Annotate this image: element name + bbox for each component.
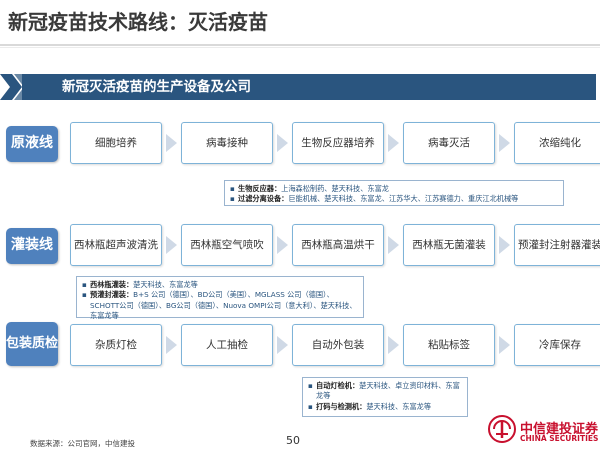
data-source: 数据来源：公司官网，中信建投 <box>30 439 135 448</box>
process-step: 杂质灯检 <box>70 324 162 366</box>
note-item: 过滤分离设备：巨能机械、楚天科技、东富龙、江苏华大、江苏赛德力、重庆江北机械等 <box>230 194 558 205</box>
process-step: 西林瓶无菌灌装 <box>403 224 495 266</box>
equipment-note: 生物反应器：上海森松制药、楚天科技、东富龙 过滤分离设备：巨能机械、楚天科技、东… <box>224 180 564 206</box>
arrow-right-icon <box>166 236 177 254</box>
process-step: 西林瓶超声波清洗 <box>70 224 162 266</box>
arrow-right-icon <box>166 336 177 354</box>
equipment-note: 自动灯检机：楚天科技、卓立资印材料、东富龙等 打码与检测机：楚天科技、东富龙等 <box>302 377 468 417</box>
process-step: 细胞培养 <box>70 122 162 164</box>
page-title: 新冠疫苗技术路线：灭活疫苗 <box>8 10 268 34</box>
process-step: 粘贴标签 <box>403 324 495 366</box>
china-securities-logo-icon <box>488 415 516 443</box>
arrow-right-icon <box>277 134 288 152</box>
process-step: 西林瓶高温烘干 <box>292 224 384 266</box>
stage-label-filling: 灌装线 <box>6 228 58 264</box>
arrow-right-icon <box>388 236 399 254</box>
title-divider <box>0 44 600 46</box>
process-step: 病毒灭活 <box>403 122 495 164</box>
arrow-right-icon <box>388 336 399 354</box>
page-number: 50 <box>286 434 300 447</box>
title-divider-light <box>0 47 600 48</box>
stage-label-bulk: 原液线 <box>6 126 58 162</box>
process-step: 浓缩纯化 <box>514 122 600 164</box>
process-step: 冷库保存 <box>514 324 600 366</box>
process-step: 西林瓶空气喷吹 <box>181 224 273 266</box>
note-item: 西林瓶灌装：楚天科技、东富龙等 <box>82 280 358 291</box>
arrow-right-icon <box>499 336 510 354</box>
note-item: 预灌封灌装：B+S 公司（德国）、BD公司（美国）、MGLASS 公司（德国）、… <box>82 290 358 321</box>
section-banner: 新冠灭活疫苗的生产设备及公司 <box>22 74 596 100</box>
arrow-right-icon <box>499 134 510 152</box>
process-step: 预灌封注射器灌装 <box>514 224 600 266</box>
note-item: 生物反应器：上海森松制药、楚天科技、东富龙 <box>230 184 558 195</box>
arrow-right-icon <box>277 336 288 354</box>
arrow-right-icon <box>499 236 510 254</box>
note-item: 自动灯检机：楚天科技、卓立资印材料、东富龙等 <box>308 381 462 402</box>
equipment-note: 西林瓶灌装：楚天科技、东富龙等 预灌封灌装：B+S 公司（德国）、BD公司（美国… <box>76 276 364 321</box>
arrow-right-icon <box>166 134 177 152</box>
process-step: 人工抽检 <box>181 324 273 366</box>
arrow-right-icon <box>388 134 399 152</box>
arrow-right-icon <box>277 236 288 254</box>
process-step: 自动外包装 <box>292 324 384 366</box>
stage-label-packaging: 包装质检 <box>6 322 58 366</box>
note-item: 打码与检测机：楚天科技、东富龙等 <box>308 402 462 413</box>
process-step: 病毒接种 <box>181 122 273 164</box>
logo-text-en: CHINA SECURITIES <box>520 434 599 443</box>
process-step: 生物反应器培养 <box>292 122 384 164</box>
